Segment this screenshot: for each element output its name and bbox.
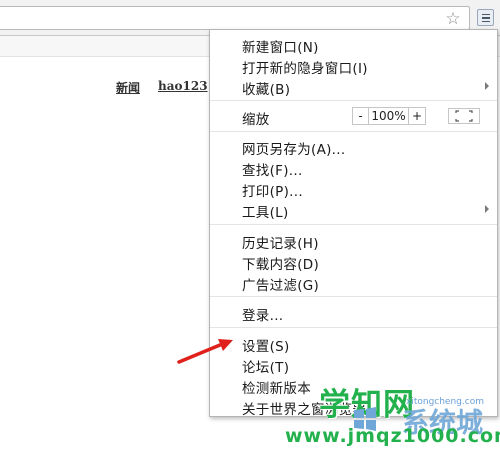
menu-separator	[210, 100, 497, 101]
menu-item-check-update[interactable]: 检测新版本	[242, 377, 311, 397]
menu-item-login[interactable]: 登录...	[242, 304, 283, 324]
menu-separator	[210, 296, 497, 297]
menu-separator	[210, 327, 497, 328]
menu-item-tools[interactable]: 工具(L)	[242, 201, 289, 221]
menu-item-print[interactable]: 打印(P)...	[242, 180, 303, 200]
menu-item-new-window[interactable]: 新建窗口(N)	[242, 36, 319, 56]
zoom-level-value: 100%	[368, 107, 409, 125]
submenu-arrow-icon	[485, 82, 489, 90]
menu-item-save-page-as[interactable]: 网页另存为(A)...	[242, 138, 345, 158]
fullscreen-icon[interactable]	[448, 108, 480, 124]
menu-separator	[210, 224, 497, 225]
menu-item-zoom-label: 缩放	[242, 112, 270, 128]
browser-main-menu: 新建窗口(N) 打开新的隐身窗口(I) 收藏(B) 缩放 - 100% + 网页…	[209, 29, 498, 418]
menu-item-forum[interactable]: 论坛(T)	[242, 356, 289, 376]
menu-item-new-incognito-window[interactable]: 打开新的隐身窗口(I)	[242, 57, 368, 77]
menu-item-ad-filter[interactable]: 广告过滤(G)	[242, 274, 319, 294]
zoom-in-button[interactable]: +	[408, 107, 426, 125]
menu-item-history[interactable]: 历史记录(H)	[242, 232, 319, 252]
link-news[interactable]: 新闻	[116, 79, 140, 96]
hamburger-menu-icon[interactable]	[477, 9, 494, 26]
watermark-url: www.jmqz1000.com	[285, 425, 500, 447]
menu-item-find[interactable]: 查找(F)...	[242, 159, 303, 179]
menu-item-bookmarks[interactable]: 收藏(B)	[242, 78, 290, 98]
star-icon[interactable]: ☆	[443, 9, 463, 29]
menu-separator	[210, 131, 497, 132]
link-hao123[interactable]: hao123	[158, 79, 208, 93]
zoom-out-button[interactable]: -	[352, 107, 369, 125]
address-bar[interactable]: ☆	[0, 6, 470, 30]
menu-item-settings[interactable]: 设置(S)	[242, 335, 290, 355]
red-arrow-annotation	[177, 339, 233, 364]
submenu-arrow-icon	[485, 205, 489, 213]
menu-item-downloads[interactable]: 下载内容(D)	[242, 253, 319, 273]
watermark-url-small: xitongcheng.com	[406, 397, 484, 407]
